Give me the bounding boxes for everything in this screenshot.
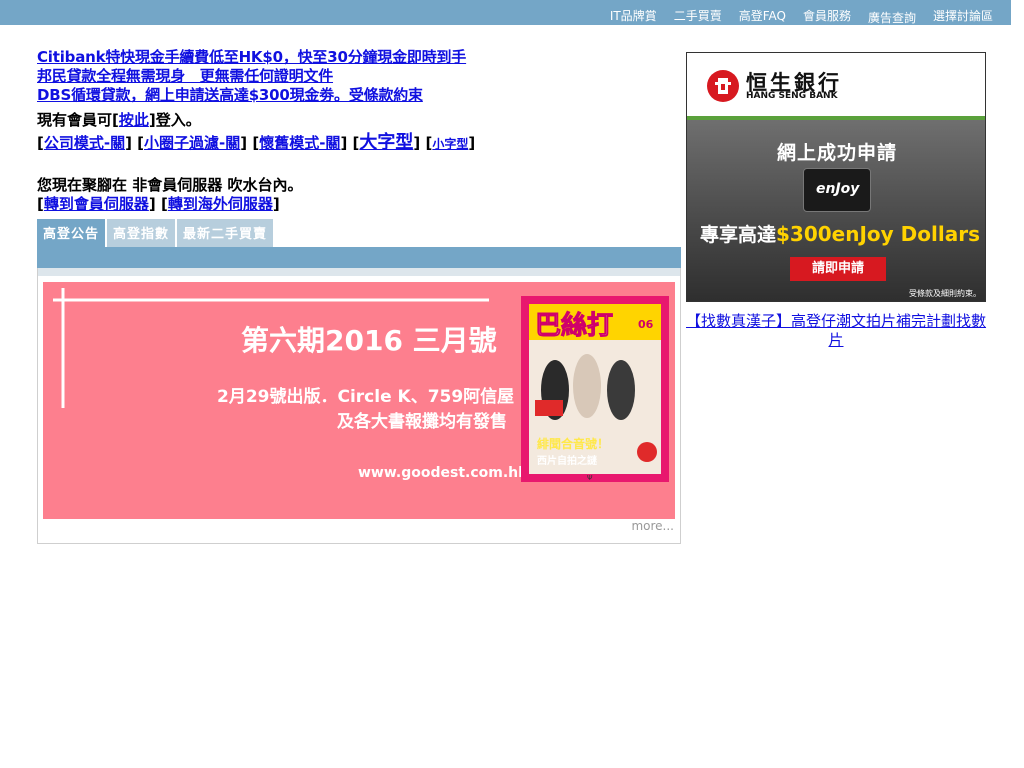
login-prefix: 現有會員可[ [37,111,119,129]
ad-link-dbs[interactable]: DBS循環貸款，網上申請送高達$300現金劵。受條款約束 [37,86,681,105]
banner-line2: 及各大書報攤均有發售 [337,411,507,432]
more-link[interactable]: more... [631,519,674,533]
nav-member-service[interactable]: 會員服務 [803,7,851,24]
bank-ad-header: 恒生銀行 HANG SENG BANK [687,53,985,120]
ad-link-promise[interactable]: 邦民貸款全程無需現身 更無需任何證明文件 [37,67,681,86]
magazine-title: 巴絲打 [535,310,613,341]
cover-figure-right [607,360,635,420]
logo-coin-icon [715,78,731,94]
nav-ad-query[interactable]: 廣告查詢 [868,9,916,26]
bank-offer: 專享高達$300enJoy Dollars [700,220,980,247]
bank-headline: 網上成功申請 [776,142,897,164]
bank-ad-body: 網上成功申請 enJoy 專享高達$300enJoy Dollars 請即申請 … [687,120,985,301]
member-server-link[interactable]: 轉到會員伺服器 [44,195,149,213]
announcement-tabs: 高登公告 高登指數 最新二手買賣 [37,219,275,247]
magazine-issue: 06 [638,318,654,331]
small-font-link[interactable]: 小字型 [432,137,468,151]
magazine-caption: 緋聞合音號！ [537,436,609,451]
credit-card-image: enJoy [803,168,871,212]
server-status: 您現在聚腳在 非會員伺服器 吹水台內。 [37,176,303,194]
bank-fine-print: 受條款及細則約束。 [909,289,981,298]
banner-line1: 2月29號出版．Circle K、759阿信屋 [217,386,514,407]
nav-it-brand[interactable]: IT品牌賞 [610,7,657,24]
cover-seal [637,442,657,462]
tab-latest-trades[interactable]: 最新二手買賣 [177,219,274,247]
large-font-link[interactable]: 大字型 [359,132,413,153]
cover-figure-middle [573,354,601,418]
banner-url: www.goodest.com.hk [358,465,528,481]
hang-seng-logo-icon [707,70,739,102]
ad-link-citibank[interactable]: Citibank特快現金手續費低至HK$0，快至30分鐘現金即時到手 [37,48,681,67]
nav-choose-forum[interactable]: 選擇討論區 [933,7,993,24]
bank-offer-highlight: $300enJoy Dollars [776,222,980,246]
tab-bar [37,247,681,268]
banner-graphic: 第六期2016 三月號 2月29號出版．Circle K、759阿信屋 及各大書… [43,282,675,519]
apply-now-button[interactable]: 請即申請 [790,257,886,281]
tab-index[interactable]: 高登指數 [107,219,176,247]
banner-headline: 第六期2016 三月號 [241,324,497,357]
top-navbar: IT品牌賞 二手買賣 高登FAQ 會員服務 廣告查詢 選擇討論區 [0,0,1011,25]
magazine-caption2: 西片自拍之謎 [537,454,598,467]
promo-link[interactable]: 【找數真漢子】高登仔潮文拍片補完計劃找數片 [686,312,986,349]
circle-filter-toggle[interactable]: 小圈子過濾-關 [144,134,240,152]
magazine-tag: Ψ [587,474,593,482]
overseas-server-link[interactable]: 轉到海外伺服器 [168,195,273,213]
cover-sticker [535,400,563,416]
login-suffix: ]登入。 [148,111,201,129]
text-ads: Citibank特快現金手續費低至HK$0，快至30分鐘現金即時到手 邦民貸款全… [37,48,681,105]
promo-link-block: 【找數真漢子】高登仔潮文拍片補完計劃找數片 [686,312,986,350]
bank-name-english: HANG SENG BANK [746,91,838,101]
mode-toggles: [公司模式-關] [小圈子過濾-關] [懷舊模式-關] [大字型] [小字型] [37,132,476,153]
bank-offer-prefix: 專享高達 [700,224,777,246]
panel-strip [38,268,680,276]
company-mode-toggle[interactable]: 公司模式-關 [44,134,125,152]
card-brand: enJoy [816,181,860,197]
login-line: 現有會員可[按此]登入。 [37,111,681,130]
magazine-banner[interactable]: 第六期2016 三月號 2月29號出版．Circle K、759阿信屋 及各大書… [43,282,675,519]
top-nav-links: IT品牌賞 二手買賣 高登FAQ 會員服務 廣告查詢 選擇討論區 [593,7,993,26]
retro-mode-toggle[interactable]: 懷舊模式-關 [259,134,340,152]
nav-second-hand[interactable]: 二手買賣 [674,7,722,24]
server-info: 您現在聚腳在 非會員伺服器 吹水台內。 [轉到會員伺服器] [轉到海外伺服器] [37,176,681,214]
nav-faq[interactable]: 高登FAQ [739,7,786,24]
hang-seng-ad[interactable]: 恒生銀行 HANG SENG BANK 網上成功申請 enJoy 專享高達$30… [686,52,986,302]
tab-announcement[interactable]: 高登公告 [37,219,106,247]
login-link[interactable]: 按此 [119,111,149,129]
announcement-panel: 第六期2016 三月號 2月29號出版．Circle K、759阿信屋 及各大書… [37,268,681,544]
main-column: Citibank特快現金手續費低至HK$0，快至30分鐘現金即時到手 邦民貸款全… [37,48,681,214]
